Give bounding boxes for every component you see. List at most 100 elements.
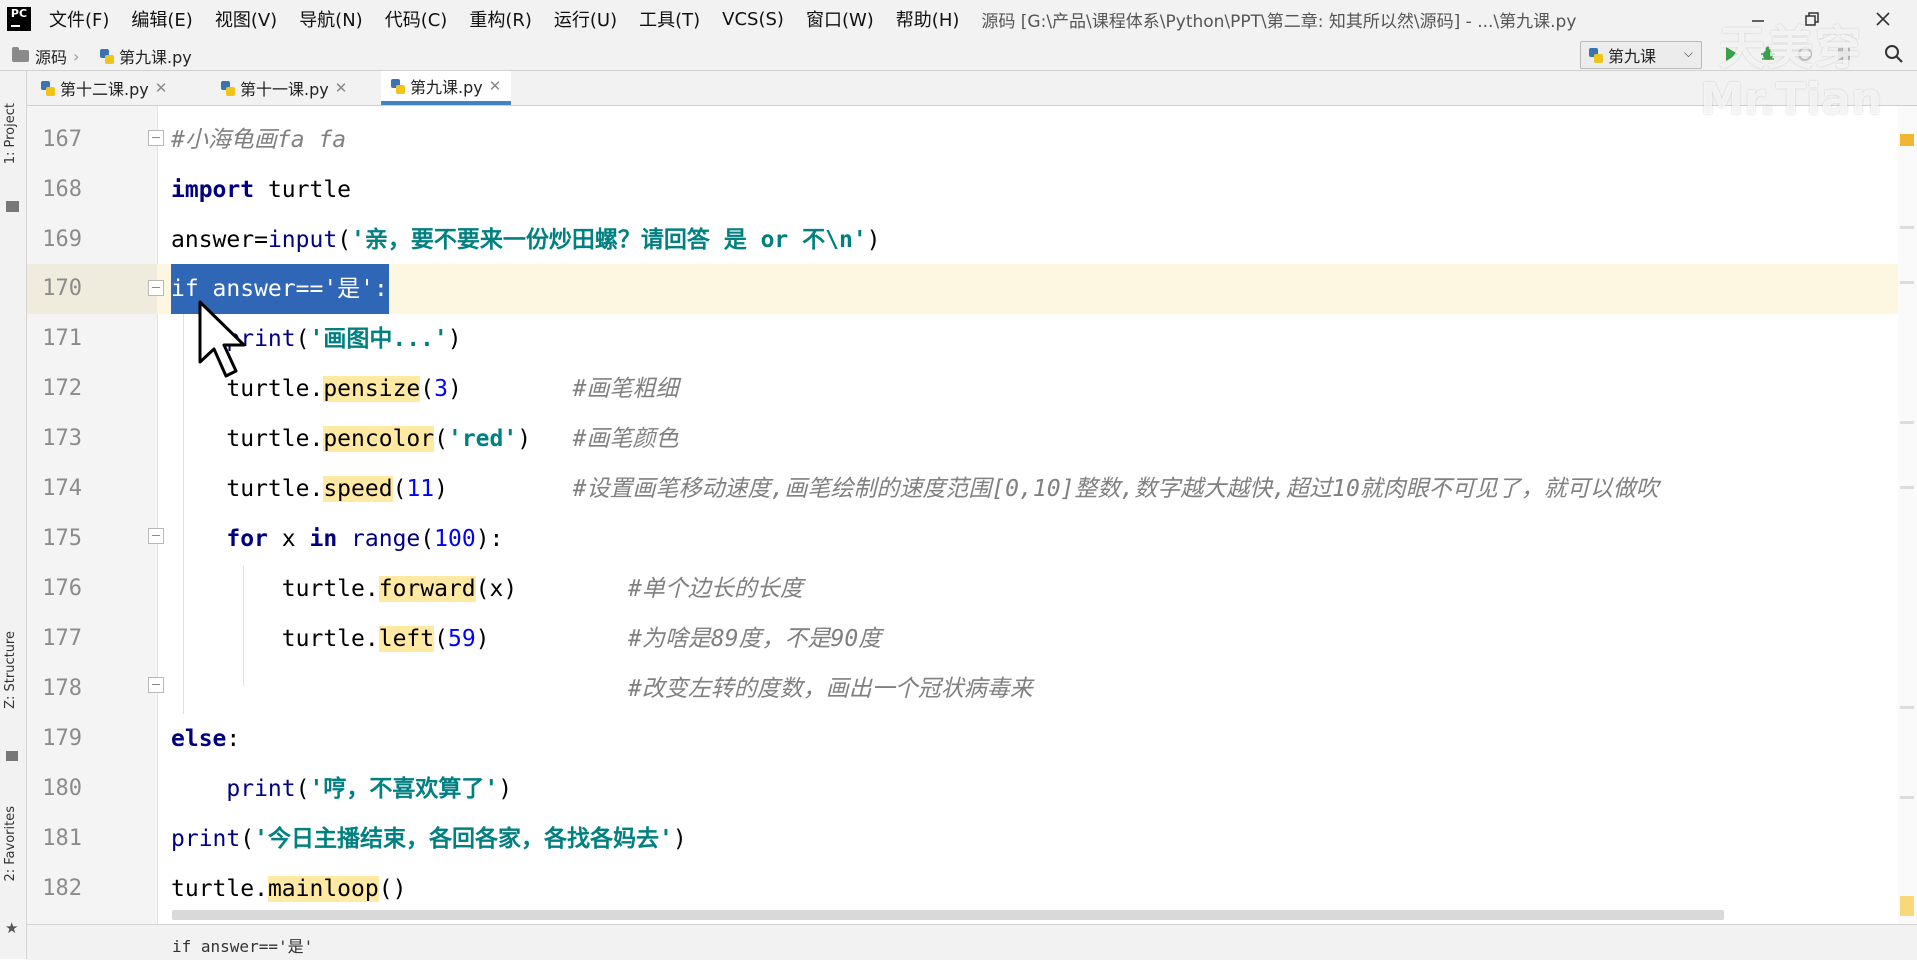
stripe-marker[interactable]: [1900, 421, 1914, 424]
code-line: 172 turtle.pensize(3) #画笔粗细: [0, 364, 1890, 414]
code-text: turtle.left(59) #为啥是89度，不是90度: [171, 626, 882, 652]
usage-marker[interactable]: [1900, 896, 1914, 916]
line-number: 167: [42, 127, 82, 152]
code-line: 169 answer=input('亲，要不要来一份炒田螺？请回答 是 or 不…: [0, 215, 1890, 265]
editor-tabs: 第十二课.py ✕ 第十一课.py ✕ 第九课.py ✕: [27, 71, 1917, 106]
line-number: 180: [42, 776, 82, 801]
line-number: 175: [42, 526, 82, 551]
code-line: 173 turtle.pencolor('red') #画笔颜色: [0, 414, 1890, 464]
python-file-icon: [41, 80, 55, 96]
stripe-marker[interactable]: [1900, 706, 1914, 709]
breadcrumb-project-label: 源码: [35, 48, 68, 67]
menu-vcs[interactable]: VCS(S): [722, 9, 784, 30]
breadcrumb-file-label: 第九课.py: [119, 48, 192, 67]
star-icon: ★: [5, 919, 19, 937]
menu-window[interactable]: 窗口(W): [806, 6, 874, 32]
stripe-marker[interactable]: [1900, 226, 1914, 229]
tab-label: 第九课.py: [410, 78, 483, 97]
code-text: turtle.pencolor('red') #画笔颜色: [171, 426, 679, 452]
close-tab-icon[interactable]: ✕: [489, 77, 502, 95]
code-text: turtle.speed(11) #设置画笔移动速度,画笔绘制的速度范围[0,1…: [171, 476, 1659, 502]
menu-file[interactable]: 文件(F): [49, 6, 109, 32]
menu-code[interactable]: 代码(C): [385, 6, 448, 32]
code-line: 178 #改变左转的度数，画出一个冠状病毒来: [0, 664, 1890, 714]
navigation-bar: 源码 › 第九课.py 第九课 ⌵: [0, 38, 1917, 71]
code-text: for x in range(100):: [226, 526, 504, 552]
code-line: 168 import turtle: [0, 165, 1890, 215]
folder-icon: [12, 47, 29, 62]
code-text: import turtle: [171, 177, 352, 203]
editor-breadcrumb-bar: if answer=='是': [27, 924, 1917, 960]
menu-tools[interactable]: 工具(T): [639, 6, 700, 32]
line-number: 178: [42, 676, 82, 701]
watermark-line2: Mr.Tian: [1700, 74, 1883, 125]
chevron-down-icon: ⌵: [1683, 46, 1693, 60]
code-line: 181 print('今日主播结束，各回各家，各找各妈去'): [0, 814, 1890, 864]
pycharm-logo-icon: PC: [7, 7, 31, 31]
stripe-marker[interactable]: [1900, 281, 1914, 284]
tab-lesson-11[interactable]: 第十一课.py ✕: [221, 71, 347, 105]
python-file-icon: [221, 80, 235, 96]
line-number: 177: [42, 626, 82, 651]
line-number: 170: [42, 276, 82, 301]
code-line: 171 print('画图中...'): [0, 314, 1890, 364]
code-text: #改变左转的度数，画出一个冠状病毒来: [171, 676, 1033, 702]
menu-help[interactable]: 帮助(H): [896, 6, 960, 32]
breadcrumb-separator-icon: ›: [73, 46, 80, 66]
watermark: 天美穿 Mr.Tian: [1700, 12, 1882, 125]
code-line: 167 #小海龟画fa fa: [0, 115, 1890, 165]
mouse-pointer-icon: [198, 300, 246, 378]
code-text: else:: [171, 726, 241, 752]
menu-view[interactable]: 视图(V): [215, 6, 277, 32]
code-line: 174 turtle.speed(11) #设置画笔移动速度,画笔绘制的速度范围…: [0, 464, 1890, 514]
code-text: #小海龟画fa fa: [171, 127, 347, 153]
code-line: 175 for x in range(100):: [0, 514, 1890, 564]
menu-bar: PC 文件(F) 编辑(E) 视图(V) 导航(N) 代码(C) 重构(R) 运…: [0, 0, 1917, 38]
search-icon[interactable]: [1883, 43, 1905, 65]
code-line: 170 if answer=='是':: [0, 264, 1890, 314]
run-configuration-select[interactable]: 第九课 ⌵: [1580, 41, 1702, 69]
line-number: 171: [42, 326, 82, 351]
code-line: 182 turtle.mainloop(): [0, 864, 1890, 914]
breadcrumb-project[interactable]: 源码 ›: [12, 44, 85, 68]
error-stripe[interactable]: [1898, 106, 1917, 924]
line-number: 173: [42, 426, 82, 451]
close-tab-icon[interactable]: ✕: [155, 79, 168, 97]
code-line: 176 turtle.forward(x) #单个边长的长度: [0, 564, 1890, 614]
code-line: 177 turtle.left(59) #为啥是89度，不是90度: [0, 614, 1890, 664]
stripe-marker[interactable]: [1900, 796, 1914, 799]
code-line: 179 else:: [0, 714, 1890, 764]
code-text: print('今日主播结束，各回各家，各找各妈去'): [171, 826, 687, 852]
code-breadcrumb[interactable]: if answer=='是': [172, 933, 313, 957]
line-number: 176: [42, 576, 82, 601]
code-text: turtle.mainloop(): [171, 876, 407, 902]
warning-marker[interactable]: [1900, 134, 1914, 146]
line-number: 182: [42, 876, 82, 901]
python-file-icon: [100, 48, 114, 64]
stripe-marker[interactable]: [1900, 486, 1914, 489]
menu-refactor[interactable]: 重构(R): [469, 6, 532, 32]
close-tab-icon[interactable]: ✕: [335, 79, 348, 97]
python-file-icon: [391, 78, 405, 94]
window-title: 源码 [G:\产品\课程体系\Python\PPT\第二章: 知其所以然\源码]…: [981, 11, 1577, 32]
code-line: 180 print('哼，不喜欢算了'): [0, 764, 1890, 814]
code-text: print('哼，不喜欢算了'): [226, 776, 513, 802]
breadcrumb-file[interactable]: 第九课.py: [100, 44, 192, 68]
line-number: 179: [42, 726, 82, 751]
line-number: 169: [42, 227, 82, 252]
tab-label: 第十一课.py: [240, 80, 329, 99]
code-text: turtle.forward(x) #单个边长的长度: [171, 576, 803, 602]
horizontal-scrollbar[interactable]: [172, 910, 1724, 920]
line-number: 172: [42, 376, 82, 401]
menu-navigate[interactable]: 导航(N): [299, 6, 363, 32]
tab-label: 第十二课.py: [60, 80, 149, 99]
python-file-icon: [1589, 47, 1603, 63]
line-number: 174: [42, 476, 82, 501]
tab-lesson-12[interactable]: 第十二课.py ✕: [41, 71, 167, 105]
tab-lesson-9[interactable]: 第九课.py ✕: [381, 71, 512, 105]
line-number: 168: [42, 177, 82, 202]
line-number: 181: [42, 826, 82, 851]
menu-edit[interactable]: 编辑(E): [131, 6, 192, 32]
menu-run[interactable]: 运行(U): [554, 6, 617, 32]
watermark-line1: 天美穿: [1719, 21, 1864, 75]
